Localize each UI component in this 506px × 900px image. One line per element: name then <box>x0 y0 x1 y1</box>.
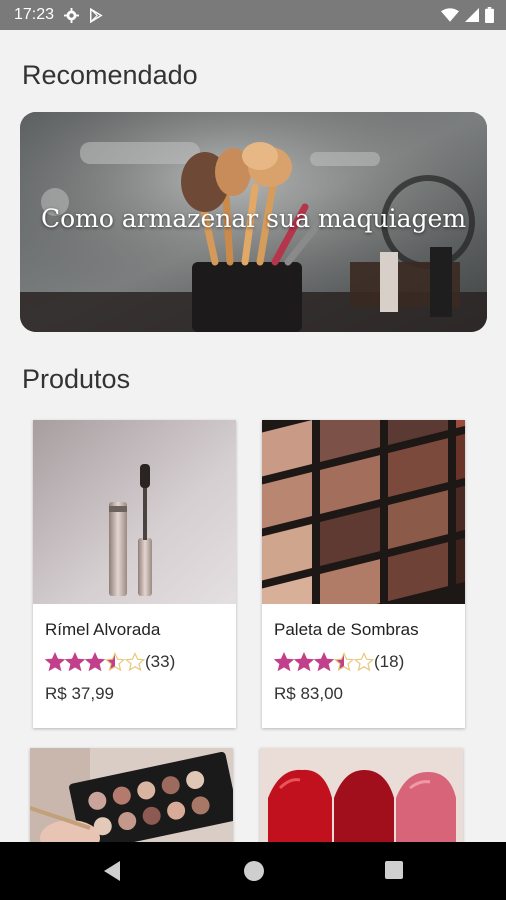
recents-icon[interactable] <box>384 860 404 885</box>
lipstick-image <box>260 748 463 842</box>
status-bar: 17:23 <box>0 0 506 30</box>
product-card[interactable]: Paleta de Sombras (18) R$ 83,00 <box>262 420 465 728</box>
eyeshadow-palette-image <box>262 420 465 604</box>
main-content[interactable]: Recomendado Como armazenar sua maquiagem… <box>0 30 506 842</box>
star-filled-icon <box>85 652 105 672</box>
review-count: (33) <box>145 652 176 671</box>
mascara-image <box>33 420 236 604</box>
star-half-icon <box>105 652 125 672</box>
navigation-bar <box>0 842 506 900</box>
banner-title: Como armazenar sua maquiagem <box>40 204 467 233</box>
play-store-icon <box>89 7 103 23</box>
star-filled-icon <box>45 652 65 672</box>
review-count: (18) <box>374 652 405 671</box>
battery-icon <box>485 7 494 23</box>
star-empty-icon <box>125 652 145 672</box>
star-empty-icon <box>354 652 374 672</box>
products-title: Produtos <box>22 364 131 394</box>
rating-row: (33) <box>45 652 224 672</box>
product-card[interactable] <box>30 748 233 842</box>
product-name: Paleta de Sombras <box>274 620 419 639</box>
palette-hand-image <box>30 748 233 842</box>
product-price: R$ 83,00 <box>274 684 343 703</box>
gear-icon <box>64 7 80 23</box>
rating-row: (18) <box>274 652 453 672</box>
star-half-icon <box>334 652 354 672</box>
star-filled-icon <box>65 652 85 672</box>
star-filled-icon <box>314 652 334 672</box>
home-icon[interactable] <box>243 860 265 887</box>
status-time: 17:23 <box>14 6 55 23</box>
star-filled-icon <box>274 652 294 672</box>
star-rating <box>45 652 145 672</box>
wifi-icon <box>441 8 459 22</box>
star-filled-icon <box>294 652 314 672</box>
star-rating <box>274 652 374 672</box>
back-icon[interactable] <box>102 860 122 887</box>
product-card[interactable]: Rímel Alvorada (33) R$ 37,99 <box>33 420 236 728</box>
product-name: Rímel Alvorada <box>45 620 161 639</box>
product-card[interactable] <box>260 748 463 842</box>
recommended-title: Recomendado <box>22 60 198 90</box>
product-price: R$ 37,99 <box>45 684 114 703</box>
cellular-signal-icon <box>465 8 479 22</box>
recommended-banner[interactable]: Como armazenar sua maquiagem <box>20 112 487 332</box>
